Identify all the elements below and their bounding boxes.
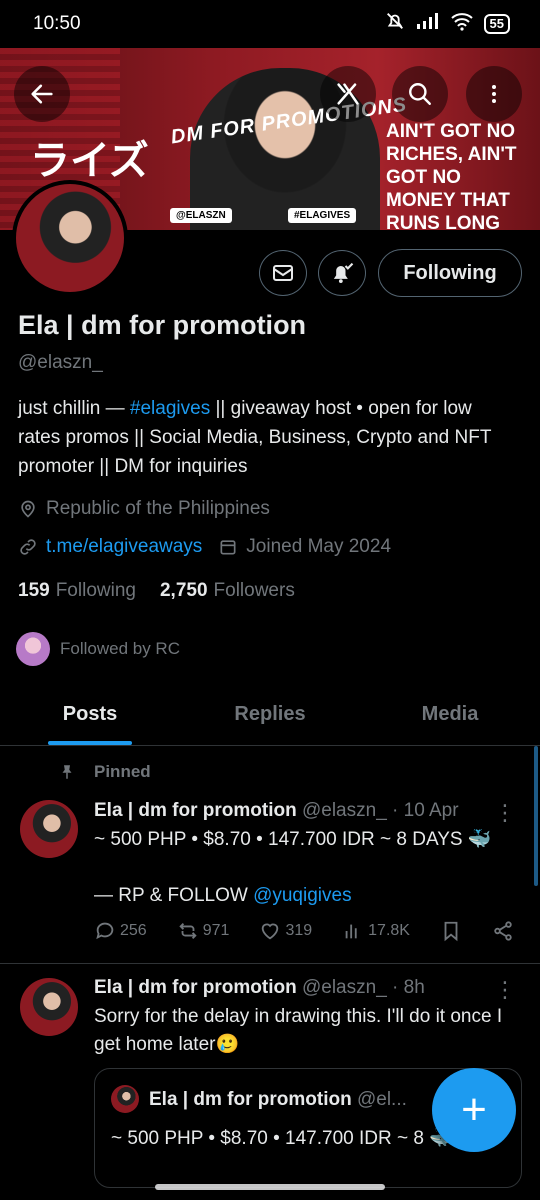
profile-avatar[interactable]: [12, 180, 128, 296]
views-count: 17.8K: [368, 922, 410, 939]
quoted-post-author: Ela | dm for promotion: [149, 1089, 352, 1110]
wifi-icon: [450, 11, 474, 37]
search-button[interactable]: [392, 66, 448, 122]
post-text: ~ 500 PHP • $8.70 • 147.700 IDR ~ 8 DAYS…: [94, 826, 514, 910]
quoted-post-avatar: [111, 1085, 139, 1113]
back-arrow-icon: [31, 84, 53, 104]
mute-icon: [384, 10, 406, 38]
battery-indicator: 55: [483, 14, 510, 34]
bio-text-start: just chillin —: [18, 398, 130, 419]
bookmark-button[interactable]: [440, 920, 462, 942]
status-time: 10:50: [33, 13, 81, 34]
post-more-button[interactable]: ⋮: [494, 800, 516, 826]
post-avatar[interactable]: [20, 978, 78, 1036]
profile-location: Republic of the Philippines: [18, 498, 270, 520]
post-meta: @elaszn_ · 10 Apr: [301, 800, 459, 821]
repost-button[interactable]: 971: [177, 920, 230, 942]
following-button[interactable]: Following: [378, 249, 522, 297]
bio-hashtag-link[interactable]: #elagives: [130, 398, 210, 419]
scroll-indicator: [534, 746, 538, 886]
post-text-line1: ~ 500 PHP • $8.70 • 147.700 IDR ~ 8 DAYS…: [94, 829, 492, 850]
status-bar: 10:50 55: [0, 0, 540, 48]
quoted-post-header: Ela | dm for promotion @el...: [149, 1089, 407, 1111]
views-button[interactable]: 17.8K: [342, 920, 410, 942]
mail-icon: [273, 265, 293, 281]
following-stat[interactable]: 159 Following: [18, 580, 136, 602]
repost-count: 971: [202, 922, 230, 939]
post-text-prefix: — RP & FOLLOW: [94, 885, 254, 906]
grok-button[interactable]: [320, 66, 376, 122]
quoted-post-meta: @el...: [356, 1089, 407, 1110]
post-meta: @elaszn_ · 8h: [301, 977, 425, 998]
more-vertical-icon: [492, 85, 496, 103]
tab-posts[interactable]: Posts: [0, 684, 180, 745]
post-text-line2: — RP & FOLLOW @yuqigives: [94, 882, 514, 910]
like-count: 319: [285, 922, 313, 939]
link-icon: [20, 539, 36, 555]
post-author[interactable]: Ela | dm for promotion: [94, 977, 297, 998]
heart-icon: [262, 923, 279, 940]
location-pin-icon: [21, 500, 35, 518]
post-avatar[interactable]: [20, 800, 78, 858]
followers-count: 2,750: [159, 580, 208, 601]
banner-slogan: AIN'T GOT NO RICHES, AIN'T GOT NO MONEY …: [386, 121, 517, 230]
tab-media[interactable]: Media: [360, 684, 540, 745]
repost-icon: [179, 923, 197, 939]
signal-icon: [416, 12, 440, 36]
share-button[interactable]: [492, 920, 514, 942]
following-count: 159: [18, 580, 50, 601]
post-author[interactable]: Ela | dm for promotion: [94, 800, 297, 821]
followed-by-row[interactable]: Followed by RC: [16, 632, 180, 666]
pin-icon: [58, 762, 76, 787]
reply-button[interactable]: 256: [94, 920, 147, 942]
follower-avatar: [16, 632, 50, 666]
banner-jp-text: ライズ: [30, 139, 149, 183]
post-text: Sorry for the delay in drawing this. I'l…: [94, 1006, 503, 1055]
post-more-button[interactable]: ⋮: [494, 977, 516, 1003]
back-button[interactable]: [14, 66, 70, 122]
banner-tag-handle: @ELASZN: [170, 208, 232, 223]
share-icon: [494, 921, 512, 941]
more-options-button[interactable]: [466, 66, 522, 122]
like-button[interactable]: 319: [259, 920, 312, 942]
plus-icon: +: [461, 1085, 487, 1134]
notifications-button[interactable]: [318, 250, 366, 296]
reply-icon: [96, 922, 114, 940]
following-label: Following: [55, 580, 136, 601]
grok-icon: [337, 83, 359, 105]
joined-date: Joined May 2024: [246, 536, 392, 557]
home-indicator[interactable]: [155, 1184, 385, 1190]
tab-replies[interactable]: Replies: [180, 684, 360, 745]
banner-tag-hashtag: #ELAGIVES: [288, 208, 357, 223]
profile-link-row: t.me/elagiveaways Joined May 2024: [18, 536, 391, 558]
followers-stat[interactable]: 2,750 Followers: [160, 580, 295, 602]
post-divider: [0, 963, 540, 964]
profile-name: Ela | dm for promotion: [18, 310, 307, 340]
profile-handle: @elaszn_: [18, 352, 103, 373]
profile-tabs: Posts Replies Media: [0, 684, 540, 746]
pinned-label: Pinned: [94, 762, 151, 781]
followed-by-text: Followed by RC: [60, 639, 180, 658]
reply-count: 256: [120, 922, 147, 939]
message-button[interactable]: [259, 250, 307, 296]
post-actions: 256 971 319 17.8K: [94, 920, 514, 942]
search-icon: [409, 83, 431, 105]
location-text: Republic of the Philippines: [46, 498, 270, 519]
profile-bio: just chillin — #elagives || giveaway hos…: [18, 394, 518, 481]
followers-label: Followers: [213, 580, 295, 601]
bell-check-icon: [333, 262, 354, 284]
bookmark-icon: [444, 921, 458, 942]
post-header: Ela | dm for promotion @elaszn_ · 10 Apr: [94, 800, 459, 822]
post-header: Ela | dm for promotion @elaszn_ · 8h: [94, 977, 425, 999]
profile-website-link[interactable]: t.me/elagiveaways: [46, 536, 202, 558]
status-icons: 55: [384, 10, 510, 38]
calendar-icon: [220, 540, 236, 555]
compose-post-button[interactable]: +: [432, 1068, 516, 1152]
post-mention-link[interactable]: @yuqigives: [253, 885, 352, 906]
follow-stats: 159 Following 2,750 Followers: [18, 580, 295, 602]
views-icon: [345, 924, 357, 939]
